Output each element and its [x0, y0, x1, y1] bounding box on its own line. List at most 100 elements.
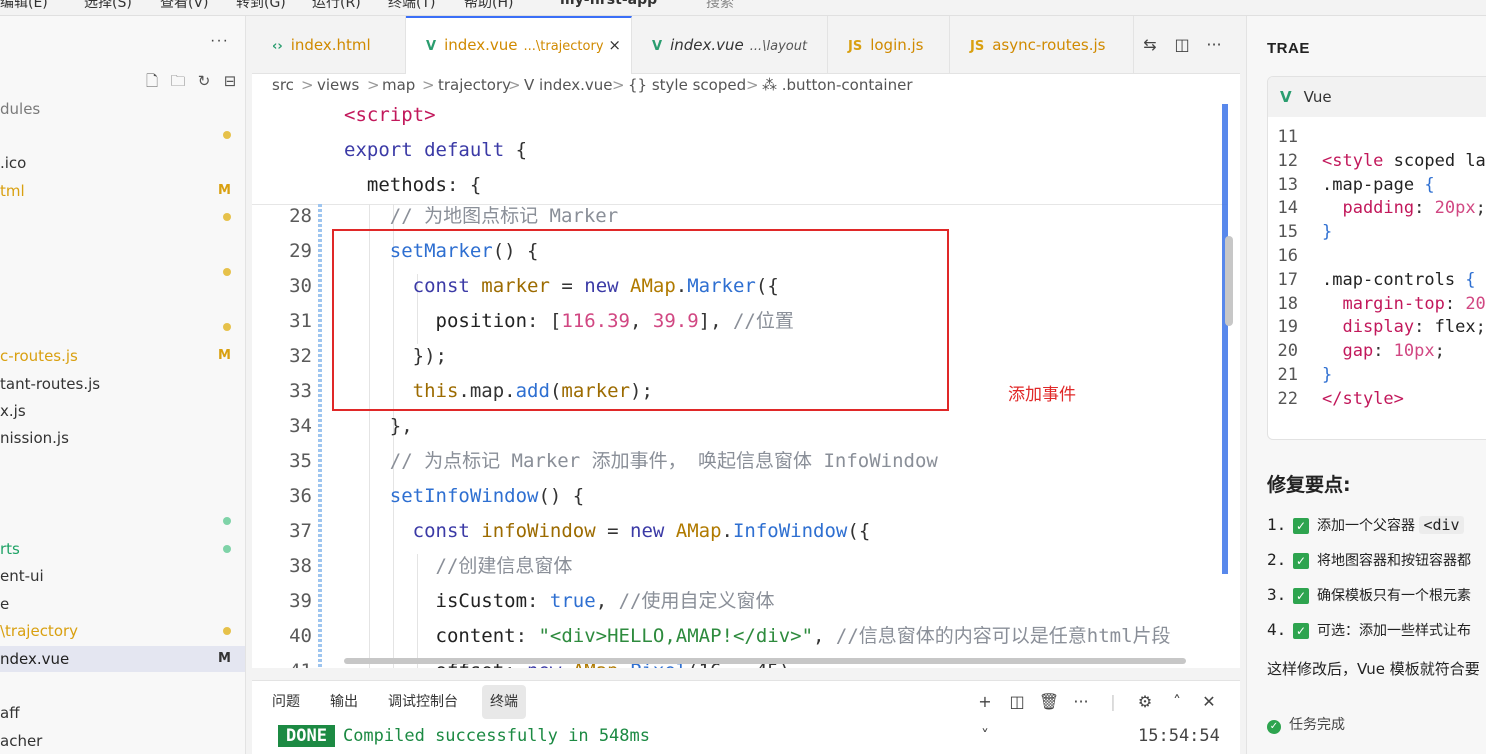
change-dot-icon [223, 517, 231, 525]
code-token: scoped [1393, 150, 1466, 171]
breadcrumb-item[interactable]: views [317, 74, 359, 96]
menu-item[interactable]: 终端(T) [388, 0, 435, 12]
menu-item[interactable]: 转到(G) [236, 0, 286, 12]
new-file-icon[interactable]: 🗋 [142, 72, 162, 90]
tree-item-label: ndex.vue [0, 650, 70, 668]
code-token: const [412, 520, 482, 542]
line-number: 11 [1277, 127, 1298, 147]
code-card: V Vue 11 12 <style scoped la 13 .map-page {14… [1267, 76, 1486, 440]
code-editor[interactable]: <script> export default { methods: { 28 /… [252, 96, 1240, 668]
tab-index-html[interactable]: ‹› index.html [252, 16, 406, 74]
breadcrumb-item[interactable]: {} style scoped [628, 74, 746, 96]
settings-icon[interactable]: ⚙ [1134, 685, 1156, 719]
tree-item[interactable] [0, 674, 245, 700]
more-actions-icon[interactable]: ··· [1204, 16, 1224, 74]
tree-item[interactable]: c-routes.js M [0, 343, 245, 369]
tree-item[interactable] [0, 204, 245, 230]
menu-item[interactable]: 编辑(E) [0, 0, 48, 12]
tree-item[interactable]: aff [0, 700, 245, 726]
tree-item[interactable] [0, 259, 245, 285]
maximize-icon[interactable]: ˄ [1166, 685, 1188, 719]
tree-item[interactable]: nission.js [0, 425, 245, 451]
code-token: </style> [1322, 388, 1404, 409]
tree-item[interactable]: tant-routes.js [0, 371, 245, 397]
code-token: new [630, 520, 676, 542]
tree-item[interactable] [0, 479, 245, 505]
code-token: methods [344, 174, 447, 196]
tree-item[interactable]: ndex.vue M [0, 646, 245, 672]
tree-item[interactable]: .ico [0, 150, 245, 176]
tab-index-vue[interactable]: Vindex.vue ...\trajectory × [406, 16, 632, 74]
terminal-output: DONE Compiled successfully in 548ms [278, 723, 650, 749]
tab-async-routes-js[interactable]: JS async-routes.js [950, 16, 1134, 74]
line-number: 40 [289, 625, 312, 647]
line-number: 30 [289, 275, 312, 297]
tree-item[interactable]: ent-ui [0, 563, 245, 589]
tab-description: ...\trajectory [523, 39, 604, 54]
tree-item[interactable]: e [0, 591, 245, 617]
code-token: () { [538, 485, 585, 507]
line-number: 12 [1277, 150, 1298, 171]
menu-item[interactable]: 查看(V) [160, 0, 209, 12]
tab-login-js[interactable]: JS login.js [828, 16, 950, 74]
breadcrumb-item[interactable]: ⁂ .button-container [762, 74, 913, 96]
tree-item[interactable] [0, 452, 245, 478]
code-token: } [1322, 222, 1333, 243]
trash-icon[interactable]: 🗑 [1038, 685, 1060, 719]
horizontal-scrollbar[interactable] [344, 658, 1186, 664]
tab-index-vue[interactable]: Vindex.vue ...\layout [632, 16, 828, 74]
search-box[interactable]: 搜索 [706, 0, 734, 12]
card-code-line: 19 display: flex; [1268, 315, 1486, 339]
tree-item[interactable] [0, 314, 245, 340]
breadcrumb-item[interactable]: map [382, 74, 415, 96]
breadcrumb-item[interactable]: V index.vue [524, 74, 612, 96]
new-terminal-icon[interactable]: + ˅ [974, 685, 996, 745]
panel-actions: + ˅ ◫ 🗑 ··· | ⚙ ˄ ✕ [974, 685, 1220, 745]
tab-problems[interactable]: 问题 [264, 685, 308, 719]
code-text: .map-controls { [1322, 268, 1476, 292]
collapse-icon[interactable]: ⊟ [220, 72, 240, 90]
new-folder-icon[interactable]: 🗀 [168, 72, 188, 90]
split-editor-icon[interactable]: ◫ [1172, 16, 1192, 74]
menu-item[interactable]: 选择(S) [84, 0, 132, 12]
tree-item[interactable]: x.js [0, 398, 245, 424]
refresh-icon[interactable]: ↻ [194, 72, 214, 90]
tree-item[interactable] [0, 232, 245, 258]
code-token: <style [1322, 150, 1394, 171]
tree-item[interactable]: rts [0, 536, 245, 562]
breadcrumb-item[interactable]: trajectory [438, 74, 511, 96]
chat-title: TRAE [1267, 40, 1310, 57]
code-token: { [1465, 269, 1476, 290]
tree-item[interactable]: \trajectory [0, 618, 245, 644]
explorer-more-icon[interactable]: ··· [210, 32, 229, 50]
tree-item-label: e [0, 595, 10, 613]
code-token: "<div>HELLO,AMAP!</div>" [538, 625, 814, 647]
breadcrumb-item[interactable]: src [272, 74, 294, 96]
card-code-line: 12 <style scoped la [1268, 149, 1486, 173]
tree-item[interactable]: dules [0, 96, 245, 122]
breadcrumb-separator: > [301, 76, 314, 94]
line-number: 19 [1277, 317, 1298, 338]
code-token: setInfoWindow [389, 485, 539, 507]
code-line: 35 // 为点标记 Marker 添加事件， 唤起信息窗体 InfoWindo… [252, 444, 1227, 479]
vertical-scrollbar[interactable] [1225, 236, 1233, 326]
more-icon[interactable]: ··· [1070, 685, 1092, 719]
compare-icon[interactable]: ⇆ [1140, 16, 1160, 74]
menu-item[interactable]: 帮助(H) [464, 0, 513, 12]
tree-item[interactable] [0, 122, 245, 148]
close-icon[interactable]: ✕ [1198, 685, 1220, 719]
code-token: ; [1475, 317, 1486, 338]
code-token: //创建信息窗体 [344, 555, 573, 577]
tree-item[interactable] [0, 286, 245, 312]
tree-item[interactable]: tml M [0, 178, 245, 204]
tab-debug-console[interactable]: 调试控制台 [380, 685, 466, 719]
line-number: 33 [289, 380, 312, 402]
tab-output[interactable]: 输出 [322, 685, 366, 719]
tree-item[interactable] [0, 508, 245, 534]
tree-item[interactable]: acher [0, 728, 245, 754]
tab-terminal[interactable]: 终端 [482, 685, 526, 719]
tab-close-icon[interactable]: × [608, 18, 621, 72]
menu-item[interactable]: 运行(R) [312, 0, 361, 12]
split-terminal-icon[interactable]: ◫ [1006, 685, 1028, 719]
code-token: : [1373, 341, 1394, 362]
